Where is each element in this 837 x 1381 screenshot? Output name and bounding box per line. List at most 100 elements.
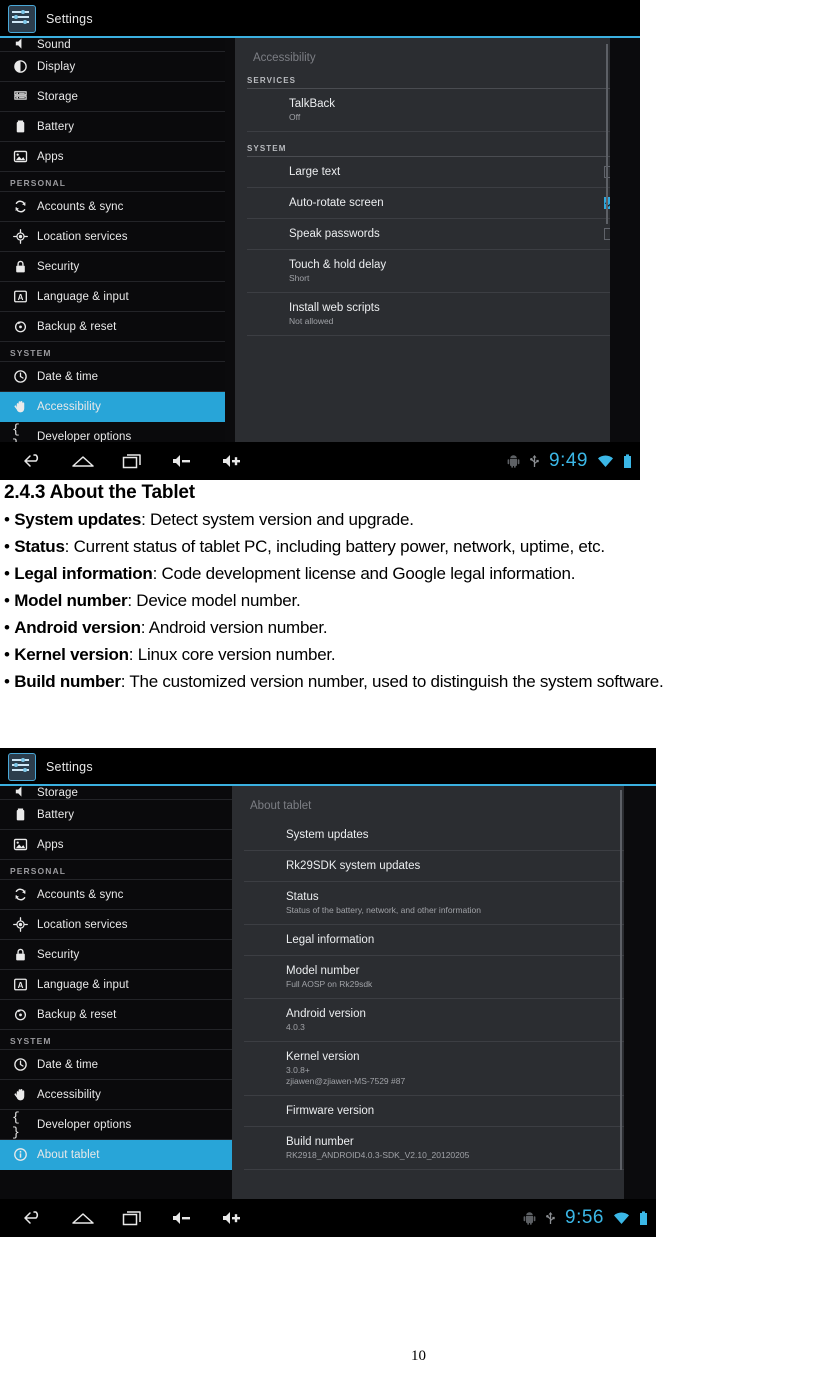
- sidebar-item-label: Storage: [37, 787, 78, 799]
- sidebar-item-date-time[interactable]: Date & time: [0, 1050, 232, 1080]
- row-summary: Not allowed: [289, 316, 334, 326]
- bullet-item: • Kernel version: Linux core version num…: [4, 645, 336, 664]
- row-summary: Short: [289, 273, 310, 283]
- sidebar-item-location-services[interactable]: Location services: [0, 910, 232, 940]
- sidebar-item-backup-reset[interactable]: Backup & reset: [0, 312, 225, 342]
- bullet-term: Legal information: [14, 564, 153, 583]
- sidebar-item-label: Accessibility: [37, 400, 101, 413]
- recents-icon[interactable]: [108, 453, 158, 469]
- volume-down-icon[interactable]: [158, 453, 208, 469]
- language-letter-icon: A: [12, 289, 28, 305]
- settings-row-build-number[interactable]: Build number RK2918_ANDROID4.0.3-SDK_V2.…: [244, 1127, 656, 1170]
- shot2-titlebar: Settings: [0, 748, 656, 786]
- bullet-list: • System updates: Detect system version …: [4, 506, 837, 695]
- page-heading: 2.4.3 About the Tablet: [4, 482, 195, 503]
- row-summary: Status of the battery, network, and othe…: [286, 905, 481, 915]
- hand-icon: [12, 399, 28, 415]
- settings-row-kernel-version[interactable]: Kernel version 3.0.8+ zjiawen@zjiawen-MS-…: [244, 1042, 656, 1096]
- settings-row-model-number[interactable]: Model number Full AOSP on Rk29sdk: [244, 956, 656, 999]
- sidebar-item-battery[interactable]: Battery: [0, 112, 225, 142]
- row-title: System updates: [286, 829, 369, 841]
- sidebar-item-accounts-sync[interactable]: Accounts & sync: [0, 192, 225, 222]
- back-icon[interactable]: [8, 453, 58, 469]
- bullet-item: • Build number: The customized version n…: [4, 672, 664, 691]
- settings-row-system-updates[interactable]: System updates: [244, 820, 656, 851]
- usb-icon: [545, 1211, 556, 1226]
- shot1-titlebar: Settings: [0, 0, 640, 38]
- sync-icon: [12, 887, 28, 903]
- sidebar-item-backup-reset[interactable]: Backup & reset: [0, 1000, 232, 1030]
- document-text-block: 2.4.3 About the Tablet • System updates:…: [4, 480, 837, 695]
- sidebar-item-label: Date & time: [37, 370, 99, 383]
- settings-row-install-web-scripts[interactable]: Install web scripts Not allowed: [247, 293, 640, 336]
- sidebar-item-security[interactable]: Security: [0, 252, 225, 282]
- sidebar-item-label: Accounts & sync: [37, 888, 124, 901]
- svg-text:A: A: [17, 981, 23, 990]
- row-title: Large text: [289, 166, 341, 178]
- wifi-icon: [613, 1211, 630, 1225]
- recents-icon[interactable]: [108, 1210, 158, 1226]
- settings-row-legal-information[interactable]: Legal information: [244, 925, 656, 956]
- sidebar-item-label: Apps: [37, 150, 64, 163]
- row-title: Auto-rotate screen: [289, 197, 384, 209]
- sidebar-item-security[interactable]: Security: [0, 940, 232, 970]
- sidebar-item-storage[interactable]: Storage: [0, 82, 225, 112]
- battery-icon: [12, 807, 28, 823]
- sidebar-item-location-services[interactable]: Location services: [0, 222, 225, 252]
- sidebar-item-apps[interactable]: Apps: [0, 830, 232, 860]
- bullet-item: • Model number: Device model number.: [4, 591, 301, 610]
- sidebar-item-label: Developer options: [37, 430, 132, 443]
- shot1-body: Sound Display Storage Battery Apps PERSO…: [0, 38, 640, 442]
- settings-row-touch-hold-delay[interactable]: Touch & hold delay Short: [247, 250, 640, 293]
- sidebar-item-label: Security: [37, 948, 80, 961]
- settings-row-status[interactable]: Status Status of the battery, network, a…: [244, 882, 656, 925]
- row-summary: 4.0.3: [286, 1022, 305, 1032]
- volume-partial-icon: [12, 786, 28, 799]
- sidebar-item-accessibility[interactable]: Accessibility: [0, 1080, 232, 1110]
- volume-down-icon[interactable]: [158, 1210, 208, 1226]
- sidebar-section-system: SYSTEM: [0, 1030, 232, 1050]
- settings-row-large-text[interactable]: Large text: [247, 157, 640, 188]
- settings-sliders-icon: [8, 753, 36, 781]
- sidebar-item-date-time[interactable]: Date & time: [0, 362, 225, 392]
- sidebar-item-accounts-sync[interactable]: Accounts & sync: [0, 880, 232, 910]
- shot2-panel-title: About tablet: [250, 800, 312, 812]
- settings-row-rk29sdk-system-updates[interactable]: Rk29SDK system updates: [244, 851, 656, 882]
- sidebar-item-language-input[interactable]: A Language & input: [0, 970, 232, 1000]
- back-icon[interactable]: [8, 1210, 58, 1226]
- sidebar-item-partial[interactable]: Sound: [0, 38, 225, 52]
- volume-up-icon[interactable]: [208, 1210, 258, 1226]
- android-robot-icon: [507, 454, 520, 468]
- sidebar-item-developer-options[interactable]: { } Developer options: [0, 422, 225, 443]
- clock-icon: [12, 369, 28, 385]
- bullet-term: Model number: [14, 591, 128, 610]
- sidebar-item-partial[interactable]: Storage: [0, 786, 232, 800]
- settings-row-auto-rotate-screen[interactable]: Auto-rotate screen: [247, 188, 640, 219]
- sidebar-item-developer-options[interactable]: { } Developer options: [0, 1110, 232, 1140]
- bullet-desc: : Code development license and Google le…: [152, 564, 576, 583]
- battery-status-icon: [623, 453, 632, 469]
- settings-row-talkback[interactable]: TalkBack Off: [247, 89, 640, 132]
- settings-row-android-version[interactable]: Android version 4.0.3: [244, 999, 656, 1042]
- sidebar-item-about-tablet[interactable]: About tablet: [0, 1140, 232, 1170]
- sidebar-item-display[interactable]: Display: [0, 52, 225, 82]
- sidebar-item-label: Backup & reset: [37, 320, 117, 333]
- sidebar-item-label: Location services: [37, 918, 128, 931]
- sidebar-item-label: Location services: [37, 230, 128, 243]
- volume-up-icon[interactable]: [208, 453, 258, 469]
- settings-row-firmware-version[interactable]: Firmware version: [244, 1096, 656, 1127]
- clock-icon: [12, 1057, 28, 1073]
- sidebar-item-accessibility[interactable]: Accessibility: [0, 392, 225, 422]
- shot2-scrollbar[interactable]: [620, 790, 622, 1170]
- row-summary: Off: [289, 112, 301, 122]
- settings-row-speak-passwords[interactable]: Speak passwords: [247, 219, 640, 250]
- home-icon[interactable]: [58, 1211, 108, 1225]
- shot1-scrollbar[interactable]: [606, 44, 608, 224]
- shot2-navbar: 9:56: [0, 1199, 656, 1237]
- sidebar-item-apps[interactable]: Apps: [0, 142, 225, 172]
- sidebar-item-label: Battery: [37, 120, 75, 133]
- sidebar-item-language-input[interactable]: A Language & input: [0, 282, 225, 312]
- shot2-panel-right-edge: [624, 786, 656, 1199]
- home-icon[interactable]: [58, 454, 108, 468]
- sidebar-item-battery[interactable]: Battery: [0, 800, 232, 830]
